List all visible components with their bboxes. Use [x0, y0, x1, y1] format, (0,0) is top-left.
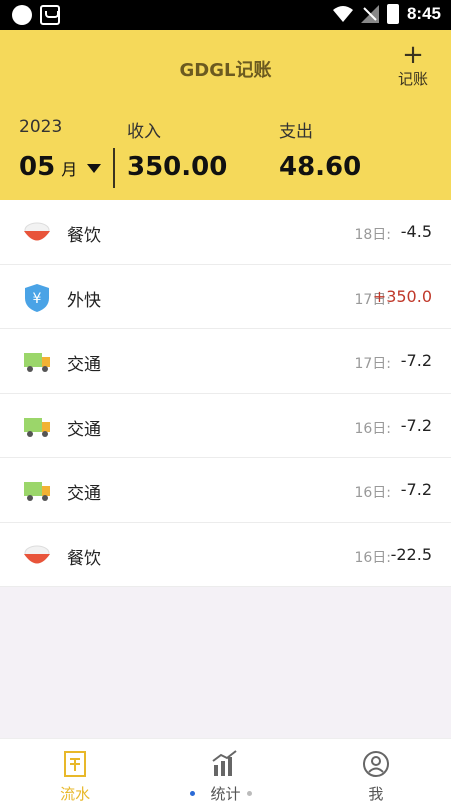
tab-label: 我 — [368, 785, 384, 803]
record-day: 16日: — [354, 485, 391, 501]
truck-icon — [24, 482, 50, 501]
record-day: 17日: — [354, 356, 391, 372]
notification-inbox-icon — [40, 5, 60, 25]
record-category: 交通 — [67, 355, 101, 375]
month-picker[interactable]: 05 月 — [19, 152, 102, 182]
page-dot — [247, 791, 252, 796]
rice-bowl-icon — [24, 222, 50, 241]
record-row[interactable]: 餐饮 16日: -22.5 — [0, 523, 451, 587]
truck-icon — [24, 353, 50, 372]
income-value: 350.00 — [127, 152, 228, 182]
record-amount: -4.5 — [400, 222, 432, 241]
record-row[interactable]: 餐饮 18日: -4.5 — [0, 200, 451, 265]
record-category: 交通 — [67, 419, 101, 440]
truck-icon — [24, 417, 50, 437]
record-category: 餐饮 — [67, 548, 101, 569]
svg-text:¥: ¥ — [33, 291, 42, 307]
bottom-tab-bar: 流水 统计 我 — [0, 738, 451, 808]
app-title: GDGL记账 — [179, 60, 272, 81]
record-category: 外快 — [67, 290, 101, 311]
caret-down-icon — [87, 164, 102, 173]
record-day: 16日: — [354, 549, 391, 566]
record-day: 16日: — [354, 420, 391, 437]
status-right: 8:45 — [332, 4, 441, 24]
add-record-button[interactable]: + 记账 — [393, 42, 433, 89]
record-amount: -7.2 — [400, 480, 432, 499]
header-divider — [113, 148, 115, 188]
chart-icon — [212, 750, 238, 776]
record-amount: -22.5 — [390, 544, 432, 564]
record-row[interactable]: 交通 16日: -7.2 — [0, 458, 451, 523]
profile-icon — [362, 751, 389, 777]
summary-header: GDGL记账 + 记账 2023 05 月 收入 350.00 支出 48.60 — [0, 30, 451, 200]
battery-icon — [386, 4, 399, 24]
record-amount: -7.2 — [400, 415, 432, 435]
wifi-icon — [332, 6, 353, 22]
record-row[interactable]: ¥ 外快 17日: +350.0 — [0, 265, 451, 329]
record-amount: +350.0 — [372, 286, 432, 306]
clock: 8:45 — [406, 4, 441, 23]
add-record-label: 记账 — [397, 70, 428, 88]
expense-value: 48.60 — [279, 152, 362, 182]
income-label: 收入 — [127, 122, 161, 142]
plus-icon: + — [402, 40, 424, 70]
month-unit: 月 — [61, 160, 78, 179]
month-value: 05 — [19, 152, 56, 182]
record-category: 交通 — [67, 484, 101, 504]
record-amount: -7.2 — [400, 351, 432, 370]
status-bar: 8:45 — [0, 0, 451, 30]
notification-circle-icon — [12, 5, 32, 25]
status-left — [12, 5, 60, 25]
tab-statistics[interactable]: 统计 — [150, 739, 300, 808]
record-list: 餐饮 18日: -4.5 ¥ 外快 17日: +350.0 交通 17日: -7… — [0, 200, 451, 587]
expense-label: 支出 — [279, 122, 313, 142]
signal-off-icon — [360, 5, 379, 23]
ledger-icon — [64, 751, 87, 777]
year-label: 2023 — [19, 117, 63, 137]
yuan-shield-icon: ¥ — [25, 283, 49, 312]
rice-bowl-icon — [24, 545, 50, 563]
tab-label: 流水 — [60, 785, 91, 803]
record-category: 餐饮 — [67, 226, 101, 246]
record-day: 18日: — [354, 227, 391, 243]
record-row[interactable]: 交通 16日: -7.2 — [0, 394, 451, 458]
record-row[interactable]: 交通 17日: -7.2 — [0, 329, 451, 394]
tab-profile[interactable]: 我 — [301, 739, 451, 808]
page-dot — [190, 791, 195, 796]
tab-ledger[interactable]: 流水 — [0, 739, 150, 808]
page-indicator — [190, 791, 252, 796]
